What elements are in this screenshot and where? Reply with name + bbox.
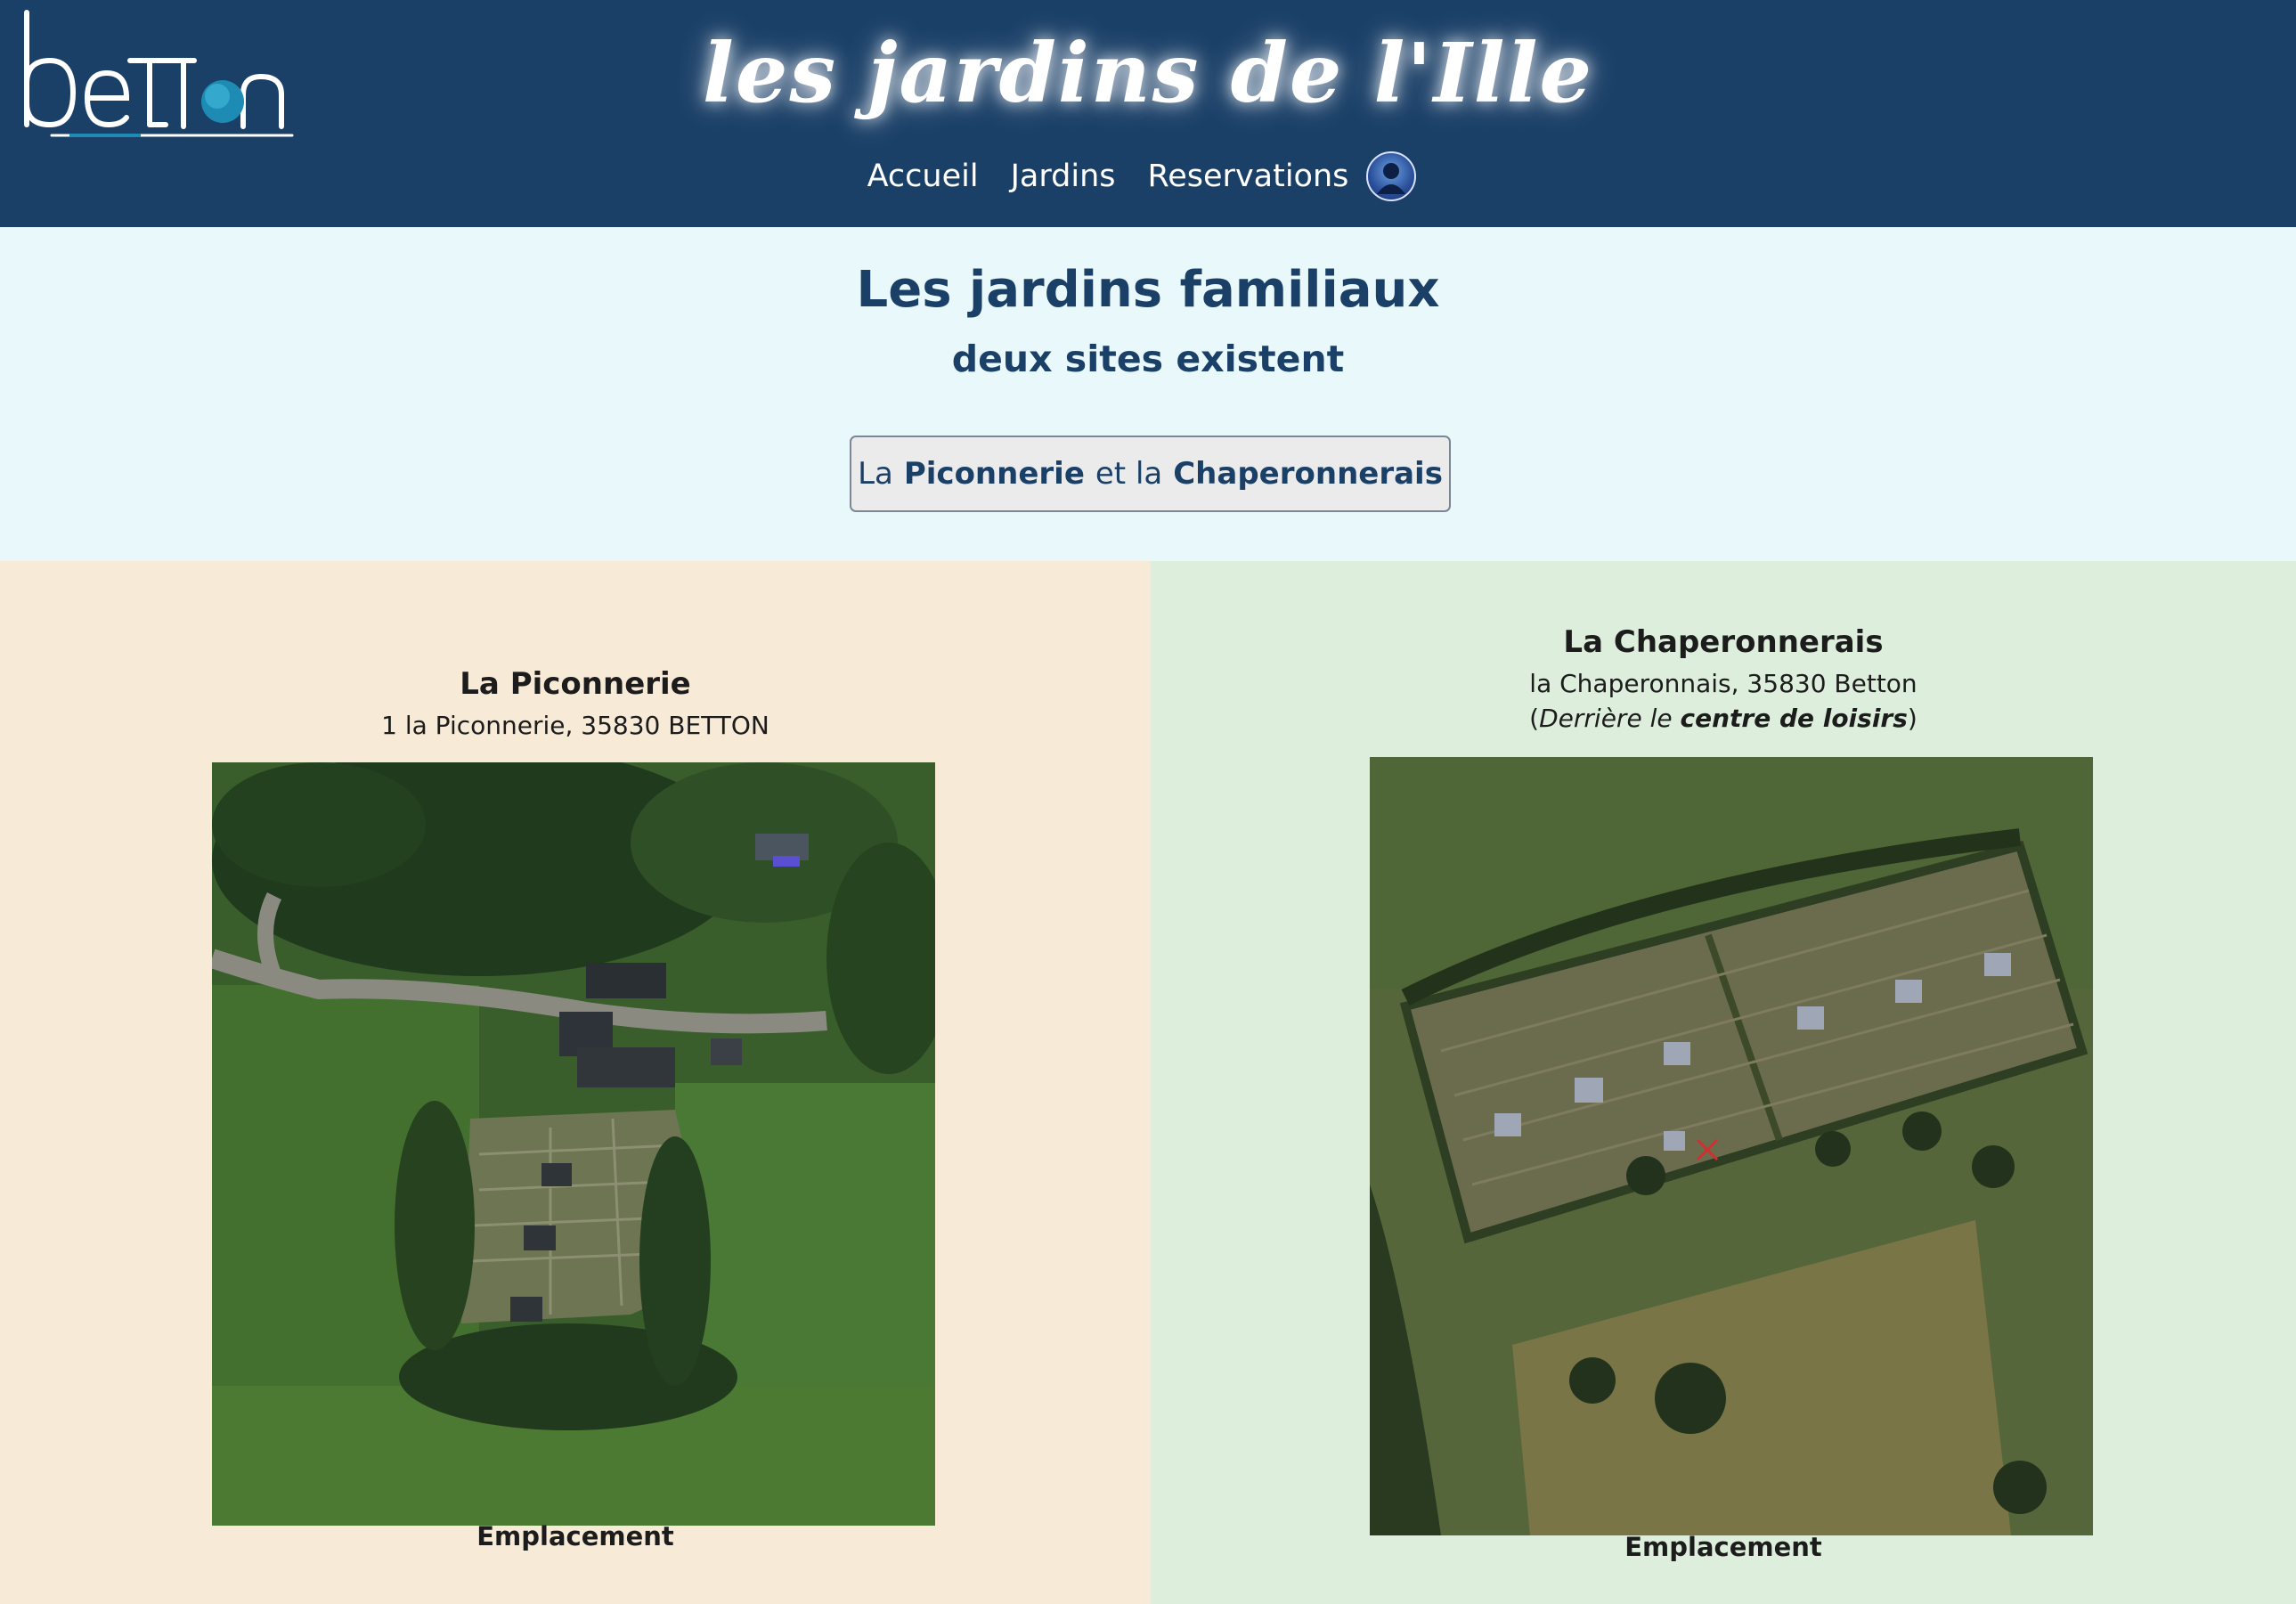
site-name: La Chaperonnerais	[1563, 624, 1884, 660]
nav-link-gardens[interactable]: Jardins	[1011, 159, 1116, 194]
site-card-piconnerie: La Piconnerie 1 la Piconnerie, 35830 BET…	[0, 666, 1151, 740]
location-label: Emplacement	[476, 1521, 674, 1551]
main-nav: Accueil Jardins Reservations	[0, 151, 2290, 201]
note-italic: Derrière le	[1539, 704, 1673, 733]
site-address: la Chaperonnais, 35830 Betton	[1529, 669, 1917, 698]
page-subtitle: deux sites existent	[951, 338, 1345, 380]
page-title: Les jardins familiaux	[856, 261, 1440, 319]
aerial-map-piconnerie[interactable]	[212, 762, 935, 1526]
site-address: 1 la Piconnerie, 35830 BETTON	[381, 711, 769, 740]
user-silhouette-icon	[1377, 163, 1406, 194]
site-panel-piconnerie: La Piconnerie 1 la Piconnerie, 35830 BET…	[0, 561, 1151, 1604]
note-open: (	[1529, 704, 1540, 733]
note-bold: centre de loisirs	[1680, 704, 1908, 733]
sites-button-middle: et la	[1095, 456, 1163, 492]
note-close: )	[1907, 704, 1917, 733]
site-note: (Derrière le centre de loisirs)	[1151, 704, 2296, 733]
sites-button-site2: Chaperonnerais	[1173, 456, 1443, 492]
site-header: les jardins de l'Ille Accueil Jardins Re…	[0, 0, 2296, 227]
aerial-map-chaperonnerais[interactable]	[1370, 757, 2093, 1535]
site-title: les jardins de l'Ille	[702, 25, 1594, 121]
location-label: Emplacement	[1624, 1532, 1822, 1562]
nav-link-home[interactable]: Accueil	[867, 159, 979, 194]
site-panel-chaperonnerais: La Chaperonnerais la Chaperonnais, 35830…	[1151, 561, 2296, 1604]
intro-section: Les jardins familiaux deux sites existen…	[0, 227, 2296, 561]
sites-button-site1: Piconnerie	[903, 456, 1085, 492]
sites-button-prefix: La	[858, 456, 893, 492]
nav-link-reservations[interactable]: Reservations	[1148, 159, 1349, 194]
site-card-chaperonnerais: La Chaperonnerais la Chaperonnais, 35830…	[1151, 624, 2296, 733]
sites-panels: La Piconnerie 1 la Piconnerie, 35830 BET…	[0, 561, 2296, 1604]
sites-toggle-button[interactable]: La Piconnerie et la Chaperonnerais	[850, 436, 1451, 512]
user-avatar-icon[interactable]	[1366, 151, 1417, 201]
site-name: La Piconnerie	[460, 666, 691, 702]
